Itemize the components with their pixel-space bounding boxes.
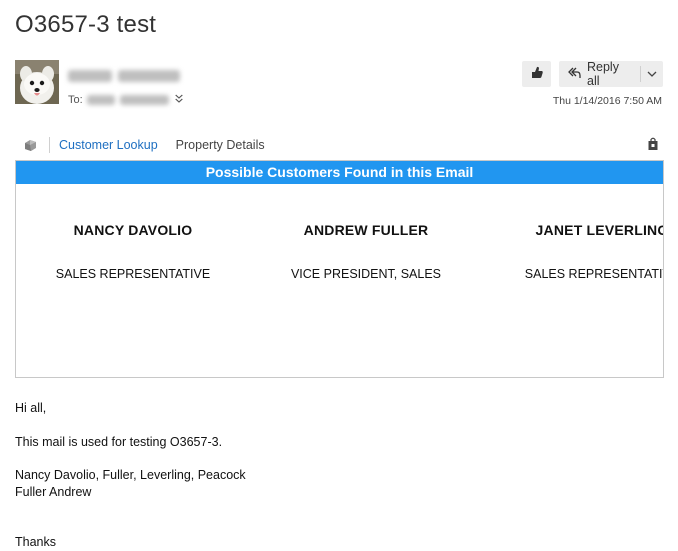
email-timestamp: Thu 1/14/2016 7:50 AM xyxy=(552,95,662,107)
customer-list: NANCY DAVOLIO SALES REPRESENTATIVE ANDRE… xyxy=(16,184,663,374)
reply-all-label: Reply all xyxy=(587,60,619,88)
customer-name: ANDREW FULLER xyxy=(303,222,429,238)
email-subject: O3657-3 test xyxy=(15,11,157,38)
addin-logo-icon[interactable] xyxy=(15,138,43,152)
store-icon[interactable] xyxy=(647,137,659,154)
body-closing: Thanks xyxy=(15,535,56,549)
addin-bar: Customer Lookup Property Details xyxy=(15,134,663,156)
to-label: To: xyxy=(68,94,83,106)
reply-all-icon xyxy=(567,66,581,83)
sender-avatar[interactable] xyxy=(15,60,59,104)
sender-name-redacted[interactable] xyxy=(68,68,180,84)
recipient-redacted[interactable] xyxy=(86,95,169,105)
body-greeting: Hi all, xyxy=(15,401,47,415)
customer-card-andrew[interactable]: ANDREW FULLER VICE PRESIDENT, SALES xyxy=(246,222,486,281)
dog-photo xyxy=(15,60,59,104)
customer-name: JANET LEVERLING xyxy=(535,222,664,238)
chevron-down-icon xyxy=(647,67,657,81)
recipients-row: To: xyxy=(68,94,183,106)
customer-lookup-panel: Possible Customers Found in this Email N… xyxy=(15,160,664,378)
customer-title: SALES REPRESENTATIVE xyxy=(524,267,664,281)
body-line: Fuller Andrew xyxy=(15,485,92,499)
expand-recipients-icon[interactable] xyxy=(174,94,183,106)
reply-all-button-group: Reply all xyxy=(559,60,663,88)
customer-title: VICE PRESIDENT, SALES xyxy=(290,267,442,281)
body-line: Nancy Davolio, Fuller, Leverling, Peacoc… xyxy=(15,468,246,482)
like-button[interactable] xyxy=(522,61,551,87)
tab-customer-lookup[interactable]: Customer Lookup xyxy=(59,138,158,152)
reply-all-button[interactable]: Reply all xyxy=(559,60,640,88)
email-body: Hi all, This mail is used for testing O3… xyxy=(15,400,246,551)
body-line: This mail is used for testing O3657-3. xyxy=(15,435,223,449)
reply-options-dropdown[interactable] xyxy=(641,61,663,87)
customer-name: NANCY DAVOLIO xyxy=(73,222,193,238)
customer-title: SALES REPRESENTATIVE xyxy=(55,267,211,281)
addin-divider xyxy=(49,137,50,153)
customer-card-nancy[interactable]: NANCY DAVOLIO SALES REPRESENTATIVE xyxy=(16,222,253,281)
customer-card-janet[interactable]: JANET LEVERLING SALES REPRESENTATIVE xyxy=(482,222,664,281)
like-icon xyxy=(530,65,544,84)
tab-property-details[interactable]: Property Details xyxy=(176,138,265,152)
panel-header: Possible Customers Found in this Email xyxy=(16,161,663,184)
